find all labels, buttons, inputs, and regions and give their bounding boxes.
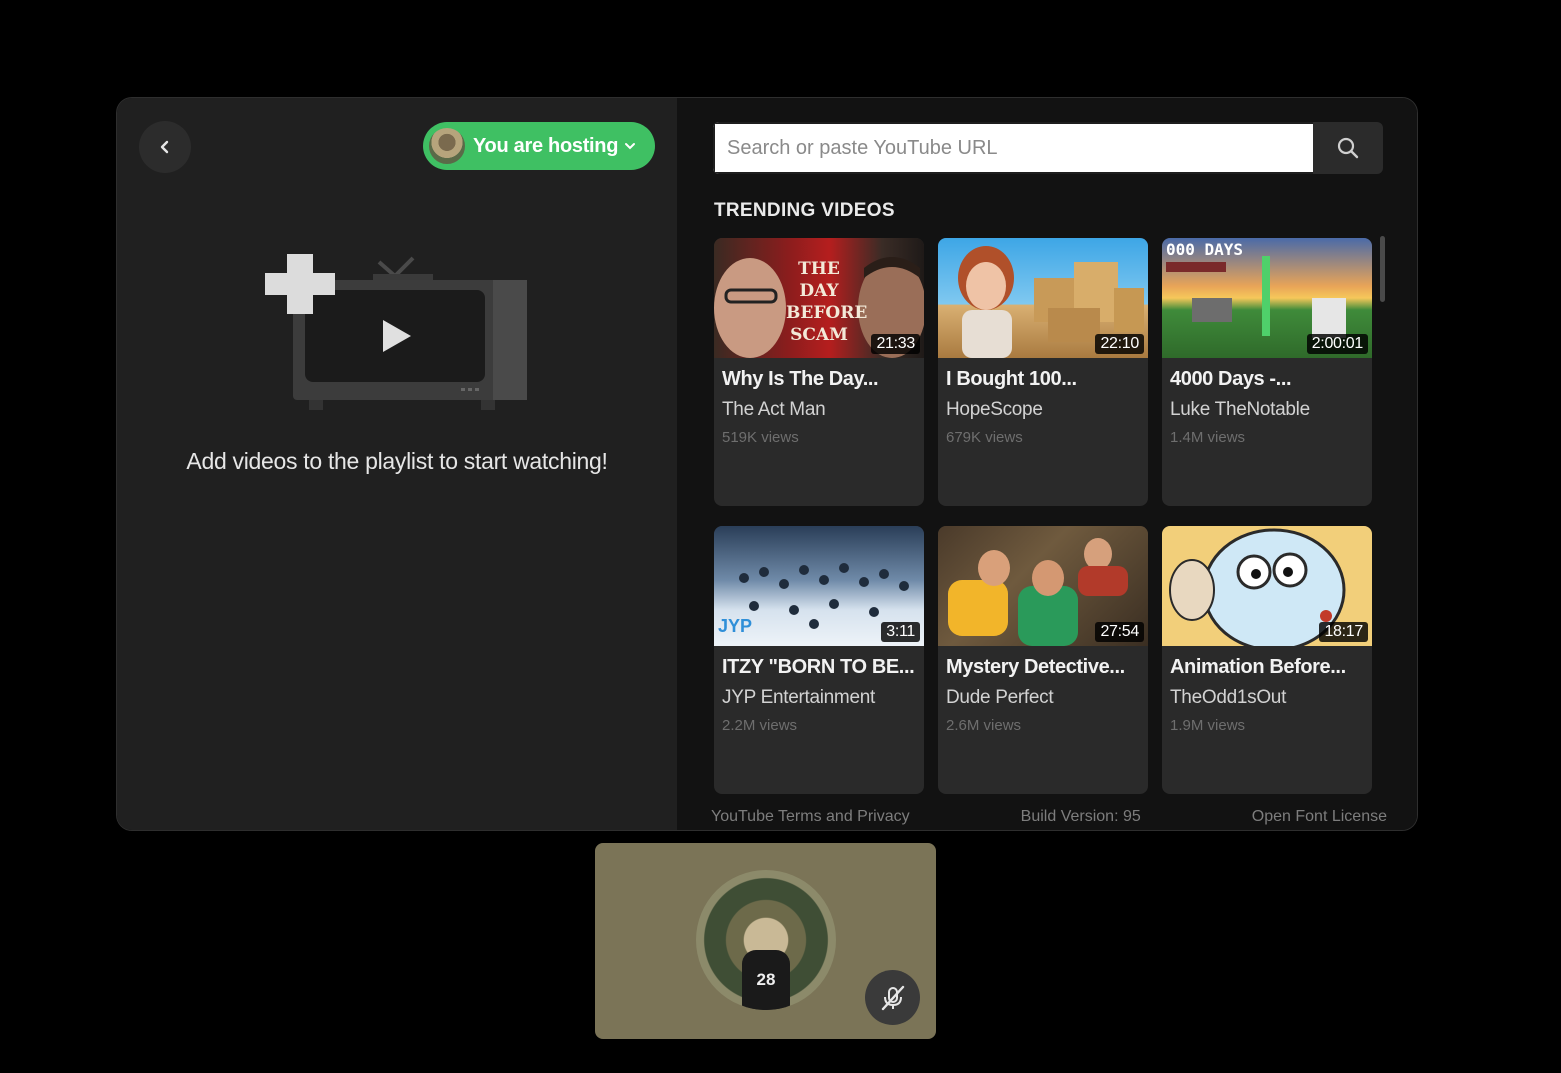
- video-card[interactable]: JYP 3:11 ITZY "BORN TO BE... JYP Enterta…: [714, 526, 924, 794]
- video-duration: 22:10: [1095, 334, 1144, 354]
- hosting-dropdown[interactable]: You are hosting: [423, 122, 655, 170]
- video-duration: 2:00:01: [1306, 334, 1368, 354]
- search-bar: [713, 122, 1383, 174]
- hosting-label: You are hosting: [473, 134, 619, 157]
- video-title: I Bought 100...: [946, 368, 1077, 390]
- trending-video-grid: THE DAY BEFORE SCAM 21:33 Why Is The Day…: [714, 238, 1374, 794]
- search-input[interactable]: [713, 122, 1313, 174]
- video-title: Animation Before...: [1170, 656, 1346, 678]
- video-thumbnail: JYP 3:11: [714, 526, 924, 646]
- host-avatar: [427, 126, 467, 166]
- video-title: ITZY "BORN TO BE...: [722, 656, 915, 678]
- video-thumbnail: 22:10: [938, 238, 1148, 358]
- mic-off-icon: [881, 985, 904, 1010]
- chevron-down-icon: [625, 143, 636, 150]
- search-icon: [1337, 137, 1359, 159]
- video-channel: The Act Man: [722, 399, 826, 420]
- video-title: Why Is The Day...: [722, 368, 879, 390]
- video-duration: 18:17: [1319, 622, 1368, 642]
- video-card[interactable]: 22:10 I Bought 100... HopeScope 679K vie…: [938, 238, 1148, 506]
- video-duration: 27:54: [1095, 622, 1144, 642]
- participant-tile: 28: [595, 843, 936, 1039]
- video-title: Mystery Detective...: [946, 656, 1125, 678]
- jersey-number: 28: [742, 950, 790, 1010]
- back-button[interactable]: [139, 121, 191, 173]
- video-title: 4000 Days -...: [1170, 368, 1292, 390]
- video-views: 2.2M views: [722, 717, 798, 734]
- search-button[interactable]: [1313, 122, 1383, 174]
- video-card[interactable]: THE DAY BEFORE SCAM 21:33 Why Is The Day…: [714, 238, 924, 506]
- video-views: 1.9M views: [1170, 717, 1246, 734]
- thumbnail-caption: 000 DAYS: [1166, 240, 1244, 259]
- youtube-browser-pane: TRENDING VIDEOS THE DAY BEFORE SCAM 21:3…: [677, 98, 1417, 830]
- video-channel: Luke TheNotable: [1170, 399, 1310, 420]
- video-thumbnail: 27:54: [938, 526, 1148, 646]
- video-views: 519K views: [722, 429, 799, 446]
- empty-playlist-message: Add videos to the playlist to start watc…: [186, 448, 608, 474]
- watch-party-panel: You are hosting Add videos to the playli…: [116, 97, 1418, 831]
- video-thumbnail: 18:17: [1162, 526, 1372, 646]
- video-list-scrollbar[interactable]: [1380, 236, 1385, 302]
- thumbnail-caption: JYP: [718, 616, 753, 636]
- footer: YouTube Terms and Privacy Build Version:…: [711, 808, 1387, 826]
- add-to-playlist-tv-icon: [265, 254, 527, 410]
- video-channel: JYP Entertainment: [722, 687, 875, 708]
- build-version: Build Version: 95: [1020, 808, 1141, 825]
- playlist-pane: You are hosting Add videos to the playli…: [117, 98, 677, 830]
- video-views: 2.6M views: [946, 717, 1022, 734]
- chevron-left-icon: [160, 140, 169, 154]
- video-duration: 21:33: [871, 334, 920, 354]
- video-card[interactable]: 18:17 Animation Before... TheOdd1sOut 1.…: [1162, 526, 1372, 794]
- video-thumbnail: 000 DAYS 2:00:01: [1162, 238, 1372, 358]
- terms-link[interactable]: YouTube Terms and Privacy: [711, 808, 910, 826]
- video-channel: HopeScope: [946, 399, 1043, 420]
- participant-avatar: 28: [696, 870, 836, 1010]
- thumbnail-caption: THE DAY BEFORE SCAM: [786, 259, 868, 345]
- trending-videos-heading: TRENDING VIDEOS: [714, 200, 895, 221]
- video-duration: 3:11: [881, 622, 920, 642]
- video-thumbnail: THE DAY BEFORE SCAM 21:33: [714, 238, 924, 358]
- video-card[interactable]: 000 DAYS 2:00:01 4000 Days -... Luke The…: [1162, 238, 1372, 506]
- video-views: 1.4M views: [1170, 429, 1246, 446]
- video-channel: Dude Perfect: [946, 687, 1054, 708]
- video-views: 679K views: [946, 429, 1023, 446]
- video-channel: TheOdd1sOut: [1170, 687, 1287, 708]
- video-card[interactable]: 27:54 Mystery Detective... Dude Perfect …: [938, 526, 1148, 794]
- license-link[interactable]: Open Font License: [1252, 808, 1387, 826]
- mic-muted-button[interactable]: [865, 970, 920, 1025]
